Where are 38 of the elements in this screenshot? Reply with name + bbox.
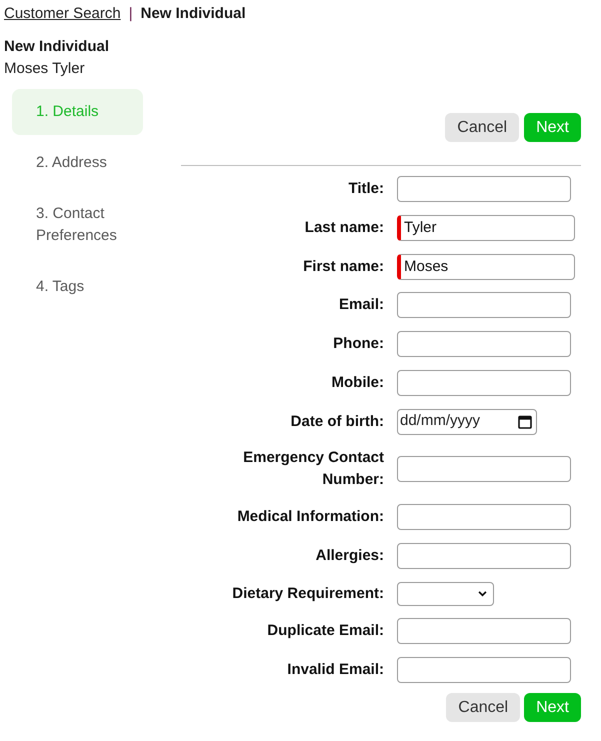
step-tab[interactable]: 4. Tags (12, 264, 143, 310)
text-field[interactable] (397, 292, 571, 318)
text-field[interactable]: Tyler (397, 214, 575, 241)
cancel-button[interactable]: Cancel (445, 113, 520, 142)
text-field[interactable] (397, 618, 571, 644)
breadcrumb-link[interactable]: Customer Search (4, 3, 121, 25)
calendar-icon[interactable] (518, 414, 532, 428)
field-label: Allergies: (316, 546, 384, 564)
field-label: Dietary Requirement: (232, 584, 384, 602)
caret-icon (478, 590, 487, 596)
field-label: Email: (338, 296, 384, 314)
text-field[interactable] (397, 456, 571, 482)
step-tab[interactable]: 3. Contact Preferences (12, 191, 143, 259)
field-label: Emergency Contact Number: (243, 449, 384, 488)
text-field[interactable] (397, 542, 571, 569)
step-tab[interactable]: 2. Address (12, 140, 143, 186)
customer-name: Moses Tyler (4, 59, 85, 79)
field-label: Phone: (333, 335, 384, 352)
cancel-button[interactable]: Cancel (446, 693, 520, 722)
field-label: First name: (303, 258, 384, 274)
text-field[interactable] (397, 176, 571, 202)
field-label: Date of birth: (290, 412, 384, 430)
dropdown-field[interactable] (397, 582, 494, 606)
text-field[interactable] (397, 657, 571, 683)
field-label: Medical Information: (237, 508, 384, 525)
breadcrumb-current: New Individual (140, 4, 246, 24)
field-label: Invalid Email: (287, 661, 384, 678)
page-title: New Individual (4, 37, 110, 57)
text-field[interactable] (397, 331, 571, 357)
text-field[interactable]: Moses (397, 254, 575, 280)
date-field[interactable]: dd/mm/yyyy (397, 408, 537, 434)
field-label: Duplicate Email: (267, 622, 384, 640)
text-field[interactable] (397, 370, 571, 396)
field-label: Last name: (304, 218, 384, 236)
breadcrumb-separator: | (128, 4, 133, 24)
field-label: Title: (348, 180, 384, 197)
text-field[interactable] (397, 504, 571, 530)
field-label: Mobile: (332, 374, 384, 391)
